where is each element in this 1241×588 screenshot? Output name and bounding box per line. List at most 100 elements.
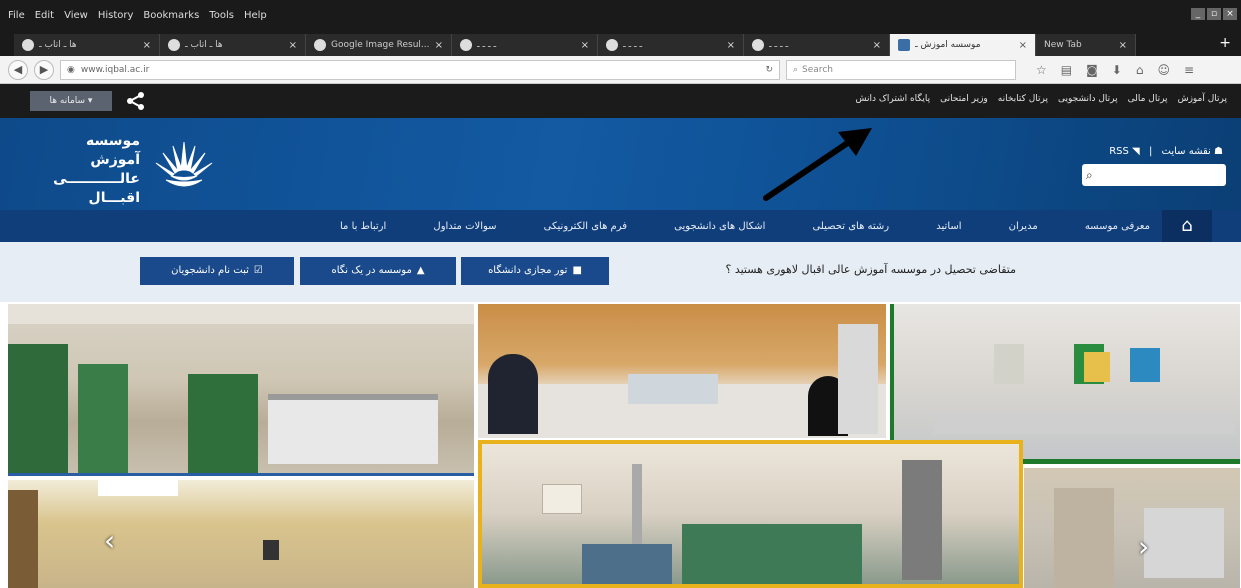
link-education-portal[interactable]: پرتال آموزش [1178, 94, 1227, 104]
close-tab-icon[interactable]: × [727, 40, 735, 51]
main-menu: معرفی موسسه مدیران اساتید رشته های تحصیل… [340, 210, 1150, 242]
search-icon: ⌕ [793, 64, 799, 75]
forward-button[interactable]: ▶ [34, 59, 54, 80]
workshop-lathe-photo [8, 304, 474, 476]
home-icon: ⌂ [1181, 215, 1193, 236]
site-search-input[interactable]: ⌕ [1082, 164, 1226, 186]
nav-about[interactable]: معرفی موسسه [1085, 221, 1150, 232]
browser-window: File Edit View History Bookmarks Tools H… [0, 0, 1241, 588]
close-tab-icon[interactable]: × [873, 40, 881, 51]
link-student-portal[interactable]: پرتال دانشجویی [1058, 94, 1118, 104]
tab-title: Google Image Resul... [331, 40, 430, 50]
logo-emblem-icon [155, 141, 213, 187]
google-favicon-icon [22, 39, 34, 51]
minimize-button[interactable]: _ [1191, 8, 1205, 20]
separator: | [1148, 146, 1153, 157]
slider-prev-button[interactable]: ‹ [104, 524, 115, 557]
link-finance-portal[interactable]: پرتال مالی [1128, 94, 1168, 104]
tab-title: موسسه آموزش ـ [915, 40, 981, 50]
menu-icon[interactable]: ≡ [1184, 63, 1194, 77]
logo-line-1: موسسه آموزش [86, 133, 140, 168]
back-button[interactable]: ◀ [8, 59, 28, 80]
browser-tab[interactable]: New Tab × [1036, 34, 1136, 56]
search-placeholder: Search [802, 64, 833, 75]
menu-edit[interactable]: Edit [35, 10, 54, 21]
close-tab-icon[interactable]: × [581, 40, 589, 51]
lab-corridor-photo: › [1024, 468, 1240, 588]
site-favicon-icon [460, 39, 472, 51]
browser-tab[interactable]: Google Image Resul... × [306, 34, 452, 56]
menu-file[interactable]: File [8, 10, 25, 21]
site-favicon-icon [752, 39, 764, 51]
virtual-tour-button[interactable]: ■ تور مجازی دانشگاه [461, 257, 609, 285]
systems-button-label: سامانه ها [49, 96, 86, 106]
student-registration-button[interactable]: ☑ ثبت نام دانشجویان [140, 257, 294, 285]
nav-majors[interactable]: رشته های تحصیلی [812, 221, 889, 232]
rss-link[interactable]: RSS [1109, 146, 1129, 157]
navigation-toolbar: ◀ ▶ ◉ www.iqbal.ac.ir ↻ ⌕ Search ☆ ▤ ◙ ⬇… [0, 56, 1241, 84]
link-library-portal[interactable]: پرتال کتابخانه [998, 94, 1048, 104]
tab-title: ها ـ اتاب ـ [185, 40, 223, 50]
reload-icon[interactable]: ↻ [765, 65, 773, 75]
share-icon[interactable] [126, 92, 146, 114]
nav-faq[interactable]: سوالات متداول [433, 221, 496, 232]
tab-bar: ها ـ اتاب ـ × ها ـ اتاب ـ × Google Image R… [0, 30, 1241, 56]
new-tab-button[interactable]: + [1219, 35, 1231, 51]
systems-dropdown-button[interactable]: سامانه ها ▾ [30, 91, 112, 111]
browser-tab[interactable]: ـ ـ ـ ـ × [744, 34, 890, 56]
window-controls: _ ▫ × [1191, 8, 1237, 20]
sync-icon[interactable]: ☺ [1157, 63, 1170, 77]
nav-student-issues[interactable]: اشکال های دانشجویی [674, 221, 765, 232]
browser-tab-active[interactable]: موسسه آموزش ـ × [890, 34, 1036, 56]
restore-button[interactable]: ▫ [1207, 8, 1221, 20]
address-bar[interactable]: ◉ www.iqbal.ac.ir ↻ [60, 59, 780, 80]
sitemap-link[interactable]: نقشه سایت [1162, 146, 1211, 157]
close-tab-icon[interactable]: × [1119, 40, 1127, 51]
search-input[interactable]: ⌕ Search [786, 59, 1016, 80]
nav-contact[interactable]: ارتباط با ما [340, 221, 386, 232]
tab-title: ـ ـ ـ ـ [623, 40, 643, 50]
site-favicon-icon [606, 39, 618, 51]
institute-overview-button[interactable]: ▲ موسسه در یک نگاه [300, 257, 456, 285]
google-favicon-icon [314, 39, 326, 51]
home-icon[interactable]: ⌂ [1136, 63, 1144, 77]
download-icon[interactable]: ⬇ [1112, 63, 1122, 77]
sitemap-rss-links: ☗ نقشه سایت | ◥ RSS [1109, 146, 1223, 157]
menu-bookmarks[interactable]: Bookmarks [143, 10, 199, 21]
browser-tab[interactable]: ـ ـ ـ ـ × [452, 34, 598, 56]
nav-managers[interactable]: مدیران [1009, 221, 1038, 232]
tab-title: ـ ـ ـ ـ [769, 40, 789, 50]
close-window-button[interactable]: × [1223, 8, 1237, 20]
menu-history[interactable]: History [98, 10, 134, 21]
menu-bar: File Edit View History Bookmarks Tools H… [0, 0, 1241, 30]
nav-professors[interactable]: اساتید [936, 221, 961, 232]
annotation-arrow-icon [763, 128, 872, 201]
browser-tab[interactable]: ـ ـ ـ ـ × [598, 34, 744, 56]
site-logo[interactable]: موسسه آموزش عالـــــــــــی اقبـــال لاه… [35, 128, 225, 225]
star-icon[interactable]: ☆ [1036, 63, 1047, 77]
home-button[interactable]: ⌂ [1162, 210, 1212, 242]
menu-view[interactable]: View [64, 10, 88, 21]
menu-tools[interactable]: Tools [209, 10, 234, 21]
browser-tab[interactable]: ها ـ اتاب ـ × [160, 34, 306, 56]
cta-question: متقاضی تحصیل در موسسه آموزش عالی اقبال ل… [725, 263, 1017, 276]
toolbar-icons: ☆ ▤ ◙ ⬇ ⌂ ☺ ≡ [1036, 63, 1194, 77]
student-registration-label: ثبت نام دانشجویان [171, 265, 249, 276]
reading-list-icon[interactable]: ▤ [1061, 63, 1072, 77]
link-knowledge-share[interactable]: پایگاه اشتراک دانش [855, 94, 930, 104]
menu-help[interactable]: Help [244, 10, 267, 21]
hallway-photo: ‹ [8, 480, 474, 588]
tab-title: ـ ـ ـ ـ [477, 40, 497, 50]
slider-next-button[interactable]: › [1138, 530, 1149, 563]
close-tab-icon[interactable]: × [435, 40, 443, 51]
pocket-icon[interactable]: ◙ [1086, 63, 1098, 77]
close-tab-icon[interactable]: × [1019, 40, 1027, 51]
browser-tab[interactable]: ها ـ اتاب ـ × [14, 34, 160, 56]
link-exam-portal[interactable]: وزیر امتحانی [940, 94, 988, 104]
nav-e-forms[interactable]: فرم های الکترونیکی [544, 221, 627, 232]
graduation-cap-icon: ▲ [416, 265, 425, 276]
close-tab-icon[interactable]: × [289, 40, 297, 51]
close-tab-icon[interactable]: × [143, 40, 151, 51]
tab-title: ها ـ اتاب ـ [39, 40, 77, 50]
url-text[interactable]: www.iqbal.ac.ir [81, 65, 760, 75]
